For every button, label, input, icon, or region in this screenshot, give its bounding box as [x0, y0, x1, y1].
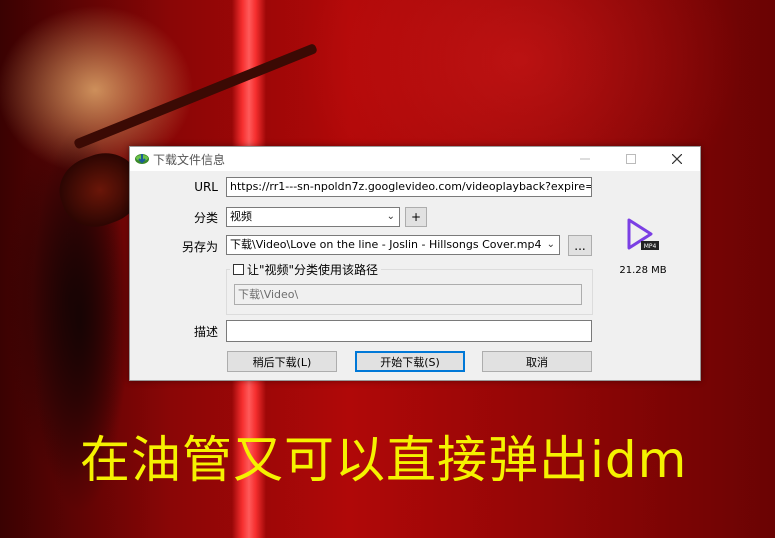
cancel-button[interactable]: 取消: [482, 351, 592, 372]
start-download-button[interactable]: 开始下载(S): [355, 351, 465, 372]
url-label: URL: [194, 180, 218, 194]
category-value: 视频: [230, 210, 252, 223]
idm-app-icon: [135, 154, 149, 164]
use-path-checkbox-row[interactable]: 让"视频"分类使用该路径: [230, 261, 382, 278]
description-field[interactable]: [226, 320, 592, 342]
category-label: 分类: [193, 211, 218, 225]
browse-button[interactable]: ...: [568, 235, 592, 256]
category-path-field: 下载\Video\: [234, 284, 582, 305]
save-as-select[interactable]: 下载\Video\Love on the line - Joslin - Hil…: [226, 235, 560, 255]
chevron-down-icon: ⌄: [546, 239, 555, 250]
minimize-button[interactable]: [562, 147, 608, 171]
description-label: 描述: [193, 325, 218, 339]
add-category-button[interactable]: +: [405, 207, 427, 227]
maximize-icon: [626, 154, 636, 164]
title-bar[interactable]: 下载文件信息: [130, 147, 700, 171]
minimize-icon: [580, 158, 590, 160]
use-path-checkbox[interactable]: [233, 264, 244, 275]
download-later-button[interactable]: 稍后下载(L): [227, 351, 337, 372]
save-as-label: 另存为: [181, 240, 218, 254]
file-type-text: MP4: [644, 243, 657, 250]
close-button[interactable]: [654, 147, 700, 171]
overlay-caption: 在油管又可以直接弹出idm: [80, 431, 688, 489]
category-select[interactable]: 视频 ⌄: [226, 207, 400, 227]
close-icon: [672, 154, 682, 164]
use-path-checkbox-label: 让"视频"分类使用该路径: [247, 263, 379, 277]
url-field[interactable]: https://rr1---sn-npoldn7z.googlevideo.co…: [226, 177, 592, 197]
mp4-file-icon: MP4: [627, 218, 659, 250]
maximize-button[interactable]: [608, 147, 654, 171]
save-as-value: 下载\Video\Love on the line - Joslin - Hil…: [230, 238, 542, 251]
dialog-title: 下载文件信息: [153, 153, 226, 167]
file-size: 21.28 MB: [619, 265, 667, 276]
chevron-down-icon: ⌄: [386, 211, 395, 222]
download-file-info-dialog: 下载文件信息 URL https://rr1---sn-npoldn7z.goo…: [129, 146, 701, 381]
